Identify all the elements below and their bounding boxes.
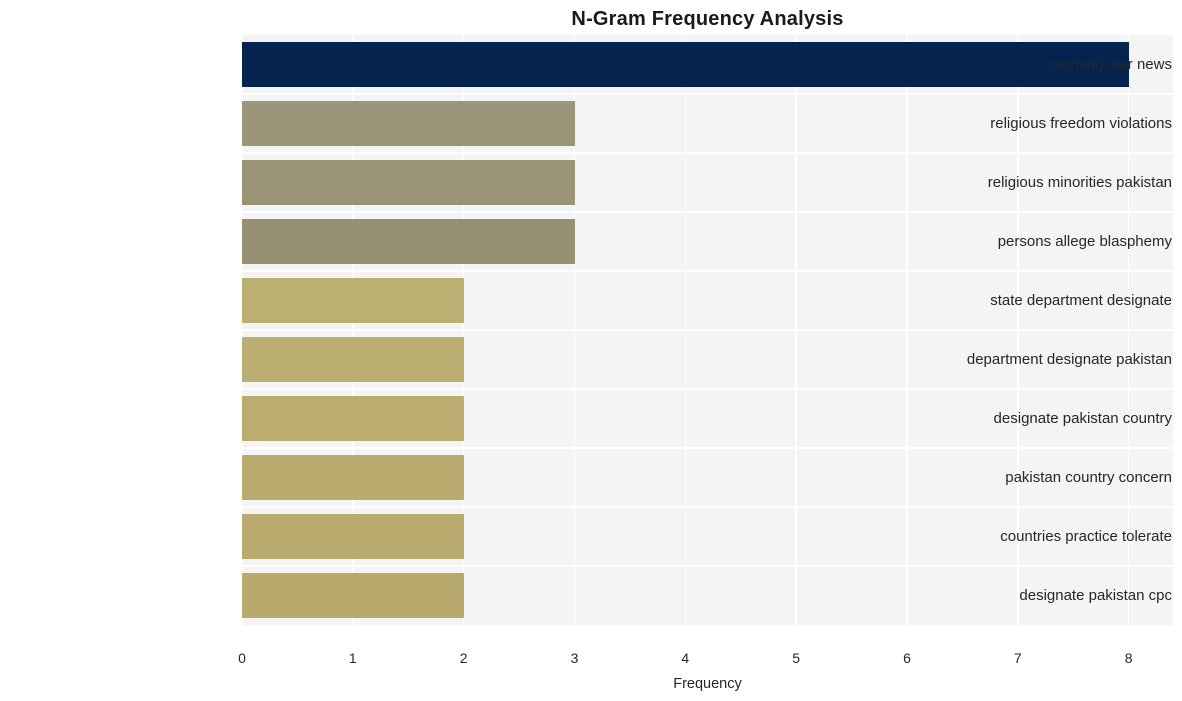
- x-axis-tick-label: 6: [903, 650, 911, 666]
- y-axis-tick-label: designate pakistan country: [993, 409, 1172, 427]
- y-axis-tick-label: department designate pakistan: [966, 350, 1172, 368]
- bar: [242, 278, 464, 323]
- bar: [242, 101, 575, 146]
- x-axis-tick-label: 8: [1124, 650, 1133, 666]
- x-axis-tick-label: 5: [792, 650, 801, 666]
- gridline-horizontal: [242, 565, 1173, 567]
- bar: [242, 514, 464, 559]
- y-axis-tick-label: persons allege blasphemy: [997, 232, 1172, 250]
- y-axis-tick-label: religious freedom violations: [990, 114, 1172, 132]
- y-axis-tick-label: countries practice tolerate: [1000, 527, 1172, 545]
- gridline-horizontal: [242, 506, 1173, 508]
- x-axis-title: Frequency: [673, 676, 742, 692]
- bar: [242, 160, 575, 205]
- y-axis-tick-label: religious minorities pakistan: [987, 173, 1172, 191]
- gridline-horizontal: [242, 93, 1173, 95]
- chart-title: N-Gram Frequency Analysis: [571, 8, 844, 30]
- bar: [242, 337, 464, 382]
- gridline-horizontal: [242, 211, 1173, 213]
- x-axis-tick-label: 3: [570, 650, 579, 666]
- gridline-horizontal: [242, 329, 1173, 331]
- x-axis-tick-label: 0: [238, 650, 246, 666]
- gridline-horizontal: [242, 388, 1173, 390]
- x-axis-tick-label: 7: [1013, 650, 1022, 666]
- y-axis-tick-label: pakistan country concern: [1005, 468, 1172, 486]
- bar: [242, 573, 464, 618]
- x-axis-tick-label: 2: [459, 650, 468, 666]
- x-axis-tick-label: 4: [681, 650, 690, 666]
- gridline-horizontal: [242, 447, 1173, 449]
- bar: [242, 396, 464, 441]
- y-axis-tick-label: morning star news: [1049, 55, 1172, 73]
- gridline-horizontal: [242, 270, 1173, 272]
- y-axis-tick-label: designate pakistan cpc: [1019, 586, 1172, 604]
- bar: [242, 219, 575, 264]
- y-axis-tick-label: state department designate: [990, 291, 1172, 309]
- gridline-horizontal: [242, 152, 1173, 154]
- x-axis-tick-label: 1: [348, 650, 357, 666]
- ngram-frequency-chart: N-Gram Frequency Analysis morning star n…: [0, 0, 1182, 701]
- bar: [242, 455, 464, 500]
